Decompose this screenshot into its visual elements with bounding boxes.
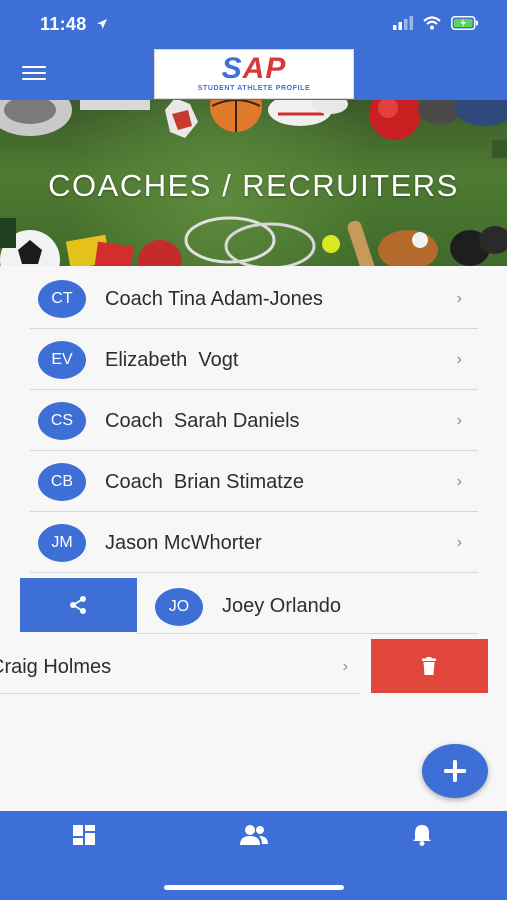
avatar: EV xyxy=(38,341,86,379)
app-logo: SAP STUDENT ATHLETE PROFILE xyxy=(154,49,354,99)
list-item[interactable]: CT Coach Tina Adam-Jones › xyxy=(30,268,478,329)
dashboard-icon xyxy=(73,825,95,845)
contact-name: Elizabeth Vogt xyxy=(105,349,239,371)
add-contact-button[interactable] xyxy=(422,744,488,798)
chevron-right-icon: › xyxy=(456,473,462,490)
app-header: 11:48 SAP STUDENT ATHLETE PROFILE xyxy=(0,0,507,100)
avatar: JM xyxy=(38,524,86,562)
chevron-right-icon: › xyxy=(456,351,462,368)
contact-name: Craig Holmes xyxy=(0,656,112,678)
contact-name: Coach Brian Stimatze xyxy=(105,471,304,493)
logo-wordmark: SAP xyxy=(221,52,287,85)
location-arrow-icon xyxy=(97,19,107,29)
nav-people[interactable] xyxy=(234,821,274,849)
list-item[interactable]: CS Coach Sarah Daniels › xyxy=(30,390,478,451)
nav-dashboard[interactable] xyxy=(64,821,104,849)
avatar: CT xyxy=(38,280,86,318)
chevron-right-icon: › xyxy=(456,290,462,307)
list-item[interactable]: JM Jason McWhorter › xyxy=(30,512,478,573)
list-item[interactable]: CB Coach Brian Stimatze › xyxy=(30,451,478,512)
avatar: CS xyxy=(38,402,86,440)
hero-banner: COACHES / RECRUITERS xyxy=(0,100,507,266)
list-item[interactable]: EV Elizabeth Vogt › xyxy=(30,329,478,390)
delete-button[interactable] xyxy=(371,639,488,693)
home-indicator[interactable] xyxy=(164,885,344,890)
list-item[interactable]: Craig Holmes › xyxy=(0,640,360,694)
signal-icon xyxy=(393,16,413,30)
hamburger-menu-icon[interactable] xyxy=(22,66,46,84)
wifi-icon xyxy=(423,16,441,30)
nav-notifications[interactable] xyxy=(402,821,442,849)
avatar: CB xyxy=(38,463,86,501)
list-item[interactable]: JO Joey Orlando xyxy=(137,578,478,634)
chevron-right-icon: › xyxy=(456,412,462,429)
share-button[interactable] xyxy=(20,578,137,632)
contact-name: Jason McWhorter xyxy=(105,532,262,554)
chevron-right-icon: › xyxy=(456,534,462,551)
page-title: COACHES / RECRUITERS xyxy=(48,168,459,203)
status-indicators xyxy=(393,16,479,30)
battery-icon xyxy=(451,16,478,30)
contact-name: Coach Tina Adam-Jones xyxy=(105,288,323,310)
chevron-right-icon: › xyxy=(342,658,348,675)
logo-subtitle: STUDENT ATHLETE PROFILE xyxy=(197,85,311,92)
contact-name: Joey Orlando xyxy=(222,595,341,617)
people-icon xyxy=(240,825,268,845)
avatar: JO xyxy=(155,588,203,626)
status-time: 11:48 xyxy=(40,14,87,34)
share-icon xyxy=(70,596,86,614)
bell-icon xyxy=(413,825,431,846)
plus-icon xyxy=(444,760,466,782)
contact-name: Coach Sarah Daniels xyxy=(105,410,300,432)
trash-icon xyxy=(422,657,436,675)
